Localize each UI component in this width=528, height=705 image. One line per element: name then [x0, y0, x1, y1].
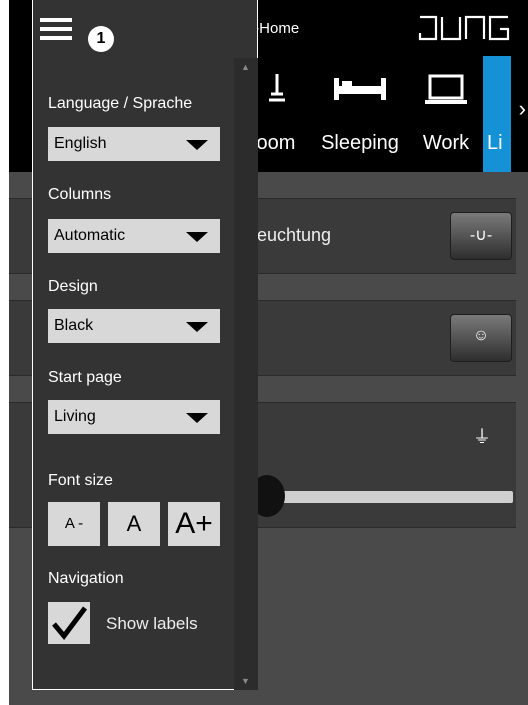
columns-select[interactable]: Automatic [48, 219, 220, 253]
light-toggle-button[interactable]: -∪- [450, 212, 512, 260]
show-labels-checkbox[interactable] [48, 602, 90, 644]
room-tab-sleeping[interactable]: Sleeping [311, 56, 409, 172]
room-tab-work[interactable]: Work [411, 56, 481, 172]
scene-icon: ☺ [472, 327, 490, 344]
font-normal-button[interactable]: A [108, 502, 160, 546]
room-label: Work [422, 132, 470, 154]
font-larger-button[interactable]: A+ [168, 502, 220, 546]
columns-value: Automatic [54, 227, 126, 244]
language-value: English [54, 135, 107, 152]
design-select[interactable]: Black [48, 309, 220, 343]
chevron-down-icon [186, 413, 208, 423]
font-smaller-button[interactable]: A - [48, 502, 100, 546]
scroll-down-icon[interactable]: ▼ [241, 676, 250, 686]
start-page-select[interactable]: Living [48, 400, 220, 434]
bathroom-icon [269, 74, 285, 102]
hamburger-menu-icon[interactable] [40, 18, 72, 40]
bed-icon [334, 78, 386, 100]
step-badge: 1 [88, 26, 114, 52]
jung-logo [418, 15, 510, 41]
room-tab-living[interactable]: Li [483, 56, 511, 172]
panel-scrollbar[interactable]: ▲ ▼ [234, 58, 258, 690]
design-label: Design [48, 278, 98, 295]
design-value: Black [54, 317, 94, 334]
start-page-value: Living [54, 408, 96, 425]
dimmer-slider[interactable] [275, 491, 513, 503]
chevron-down-icon [186, 322, 208, 332]
navigation-label: Navigation [48, 570, 124, 587]
pendant-lamp-icon: ⏚ [473, 427, 491, 447]
scroll-up-icon[interactable]: ▲ [241, 62, 250, 72]
font-size-label: Font size [48, 472, 113, 489]
device-label: euchtung [257, 225, 332, 245]
checkmark-icon [52, 606, 87, 641]
chevron-down-icon [186, 232, 208, 242]
scene-button[interactable]: ☺ [450, 314, 512, 362]
room-label: Sleeping [321, 132, 399, 154]
language-label: Language / Sprache [48, 95, 193, 112]
room-label: Li [487, 132, 503, 154]
columns-label: Columns [48, 186, 112, 203]
language-select[interactable]: English [48, 127, 220, 161]
light-icon: -∪- [469, 227, 493, 244]
laptop-icon [425, 74, 467, 104]
start-page-label: Start page [48, 369, 122, 386]
chevron-down-icon [186, 140, 208, 150]
show-labels-label: Show labels [106, 614, 198, 633]
chevron-right-icon[interactable]: › [519, 96, 526, 122]
